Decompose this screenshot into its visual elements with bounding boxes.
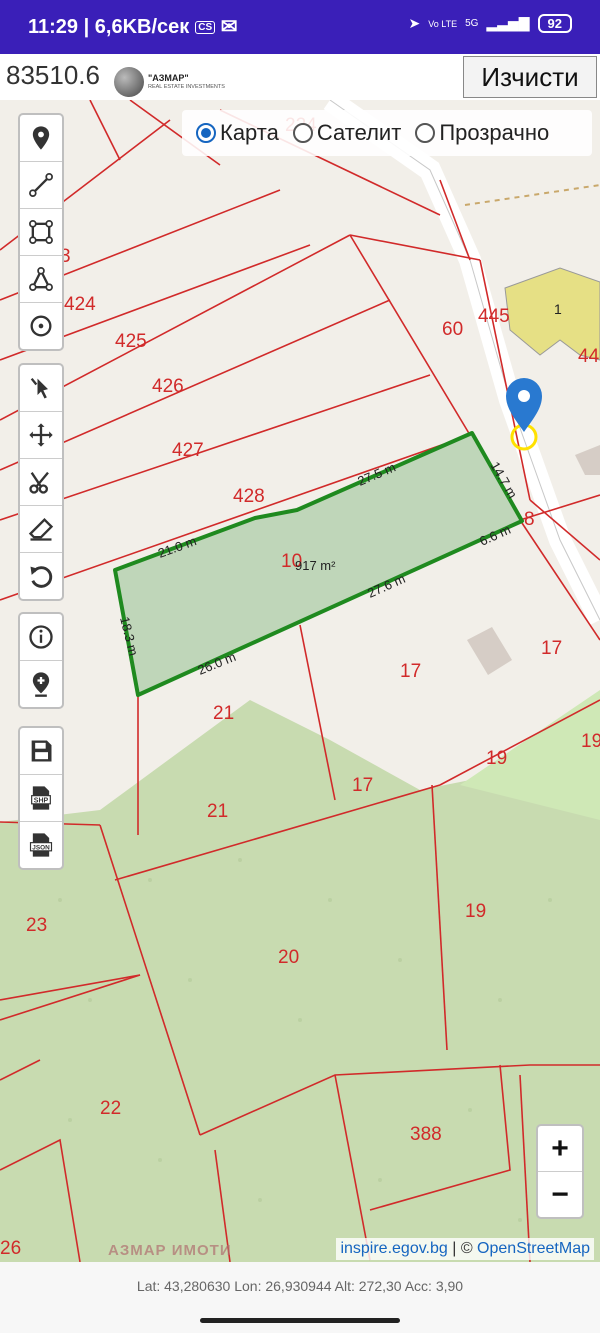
parcel-id: 83510.6 bbox=[6, 60, 100, 90]
undo-tool-button[interactable] bbox=[20, 553, 62, 599]
marker-tool-button[interactable] bbox=[20, 115, 62, 162]
circle-icon bbox=[30, 315, 52, 337]
polyline-tool-button[interactable] bbox=[20, 162, 62, 209]
network-icon: 5G bbox=[465, 18, 479, 29]
parcel-number: 428 bbox=[233, 486, 265, 507]
save-icon bbox=[31, 740, 52, 762]
parcel-number: 17 bbox=[352, 775, 373, 796]
export-json-button[interactable]: JSON bbox=[20, 822, 62, 868]
export-toolbar: SHP JSON bbox=[18, 726, 64, 870]
layer-option-satellite[interactable]: Сателит bbox=[292, 120, 401, 146]
map-attribution: inspire.egov.bg | © OpenStreetMap bbox=[336, 1238, 594, 1260]
eraser-tool-button[interactable] bbox=[20, 506, 62, 553]
parcel-number: 388 bbox=[410, 1124, 442, 1145]
coordinates-readout: Lat: 43,280630 Lon: 26,930944 Alt: 272,3… bbox=[136, 1278, 464, 1294]
rectangle-icon bbox=[29, 220, 53, 244]
move-icon bbox=[29, 423, 53, 447]
move-tool-button[interactable] bbox=[20, 412, 62, 459]
volte-icon: Vo LTE bbox=[428, 18, 458, 29]
zoom-in-button[interactable]: + bbox=[538, 1126, 582, 1172]
status-time: 11:29 | 6,6KB/сек CS ✉ bbox=[28, 16, 238, 38]
zoom-control: + − bbox=[536, 1124, 584, 1219]
polygon-tool-button[interactable] bbox=[20, 256, 62, 303]
parcel-number: 425 bbox=[115, 331, 147, 352]
parcel-number: 8 bbox=[524, 509, 535, 530]
layer-option-map[interactable]: Карта bbox=[196, 120, 279, 146]
parcel-number: 23 bbox=[26, 915, 47, 936]
shp-icon: SHP bbox=[31, 786, 51, 810]
location-arrow-icon: ➤ bbox=[408, 15, 421, 31]
radio-transparent[interactable] bbox=[415, 123, 436, 143]
json-icon: JSON bbox=[29, 833, 53, 857]
info-button[interactable] bbox=[20, 614, 62, 661]
export-shp-button[interactable]: SHP bbox=[20, 775, 62, 822]
status-bar: 11:29 | 6,6KB/сек CS ✉ ➤ Vo LTE 5G ▂▃▅▇ 9… bbox=[0, 0, 600, 54]
clear-button[interactable]: Изчисти bbox=[463, 56, 597, 98]
coordinates-bar: Lat: 43,280630 Lon: 26,930944 Alt: 272,3… bbox=[0, 1262, 600, 1333]
parcel-number: 60 bbox=[442, 319, 463, 340]
logo-subtitle: REAL ESTATE INVESTMENTS bbox=[148, 83, 225, 90]
svg-text:SHP: SHP bbox=[34, 798, 49, 805]
mail-icon: ✉ bbox=[220, 16, 238, 38]
globe-icon bbox=[114, 67, 144, 97]
parcel-number: 19 bbox=[465, 901, 486, 922]
location-add-icon bbox=[32, 672, 50, 697]
cut-tool-button[interactable] bbox=[20, 459, 62, 506]
draw-toolbar bbox=[18, 113, 64, 351]
company-logo: "АЗМАР" REAL ESTATE INVESTMENTS bbox=[112, 64, 230, 100]
cadastral-map[interactable]: 424 425 426 427 428 10 60 445 1 44 8 17 … bbox=[0, 100, 600, 1262]
parcel-number: 424 bbox=[64, 294, 96, 315]
polyline-icon bbox=[29, 173, 53, 197]
parcel-number: 20 bbox=[278, 947, 299, 968]
circle-tool-button[interactable] bbox=[20, 303, 62, 349]
parcel-number: 427 bbox=[172, 440, 204, 461]
svg-text:JSON: JSON bbox=[32, 845, 50, 852]
building-number: 1 bbox=[554, 301, 562, 317]
radio-map[interactable] bbox=[196, 123, 216, 143]
save-button[interactable] bbox=[20, 728, 62, 775]
parcel-number: 22 bbox=[100, 1098, 121, 1119]
add-location-button[interactable] bbox=[20, 661, 62, 707]
osm-link[interactable]: OpenStreetMap bbox=[477, 1240, 590, 1257]
inspire-link[interactable]: inspire.egov.bg bbox=[340, 1240, 447, 1257]
layer-option-transparent[interactable]: Прозрачно bbox=[415, 120, 549, 146]
home-indicator[interactable] bbox=[200, 1318, 400, 1323]
parcel-number: 426 bbox=[152, 376, 184, 397]
undo-icon bbox=[30, 566, 53, 588]
parcel-number: 17 bbox=[400, 661, 421, 682]
eraser-icon bbox=[28, 518, 54, 541]
parcel-number: 26 bbox=[0, 1238, 21, 1259]
edit-toolbar bbox=[18, 363, 64, 601]
select-tool-button[interactable] bbox=[20, 365, 62, 412]
select-cursor-icon bbox=[30, 377, 48, 399]
parcel-number: 19 bbox=[486, 748, 507, 769]
watermark: АЗМАР ИМОТИ bbox=[108, 1242, 232, 1259]
signal-icon: ▂▃▅▇ bbox=[486, 15, 530, 31]
info-icon bbox=[29, 625, 53, 649]
info-toolbar bbox=[18, 612, 64, 709]
radio-satellite[interactable] bbox=[292, 123, 313, 143]
logo-title: "АЗМАР" bbox=[148, 72, 189, 83]
parcel-number: 17 bbox=[541, 638, 562, 659]
parcel-number: 44 bbox=[578, 346, 600, 367]
parcel-number: 21 bbox=[207, 801, 228, 822]
cs-badge: CS bbox=[195, 21, 216, 34]
area-label: 917 m² bbox=[295, 558, 336, 573]
polygon-icon bbox=[29, 267, 53, 291]
rectangle-tool-button[interactable] bbox=[20, 209, 62, 256]
marker-icon bbox=[32, 126, 50, 150]
parcel-number: 19 bbox=[581, 731, 600, 752]
layer-switcher: Карта Сателит Прозрачно bbox=[182, 110, 592, 156]
zoom-out-button[interactable]: − bbox=[538, 1172, 582, 1217]
parcel-number: 21 bbox=[213, 703, 234, 724]
battery-icon: 92 bbox=[537, 14, 572, 33]
scissors-icon bbox=[29, 471, 49, 494]
parcel-number: 445 bbox=[478, 306, 510, 327]
